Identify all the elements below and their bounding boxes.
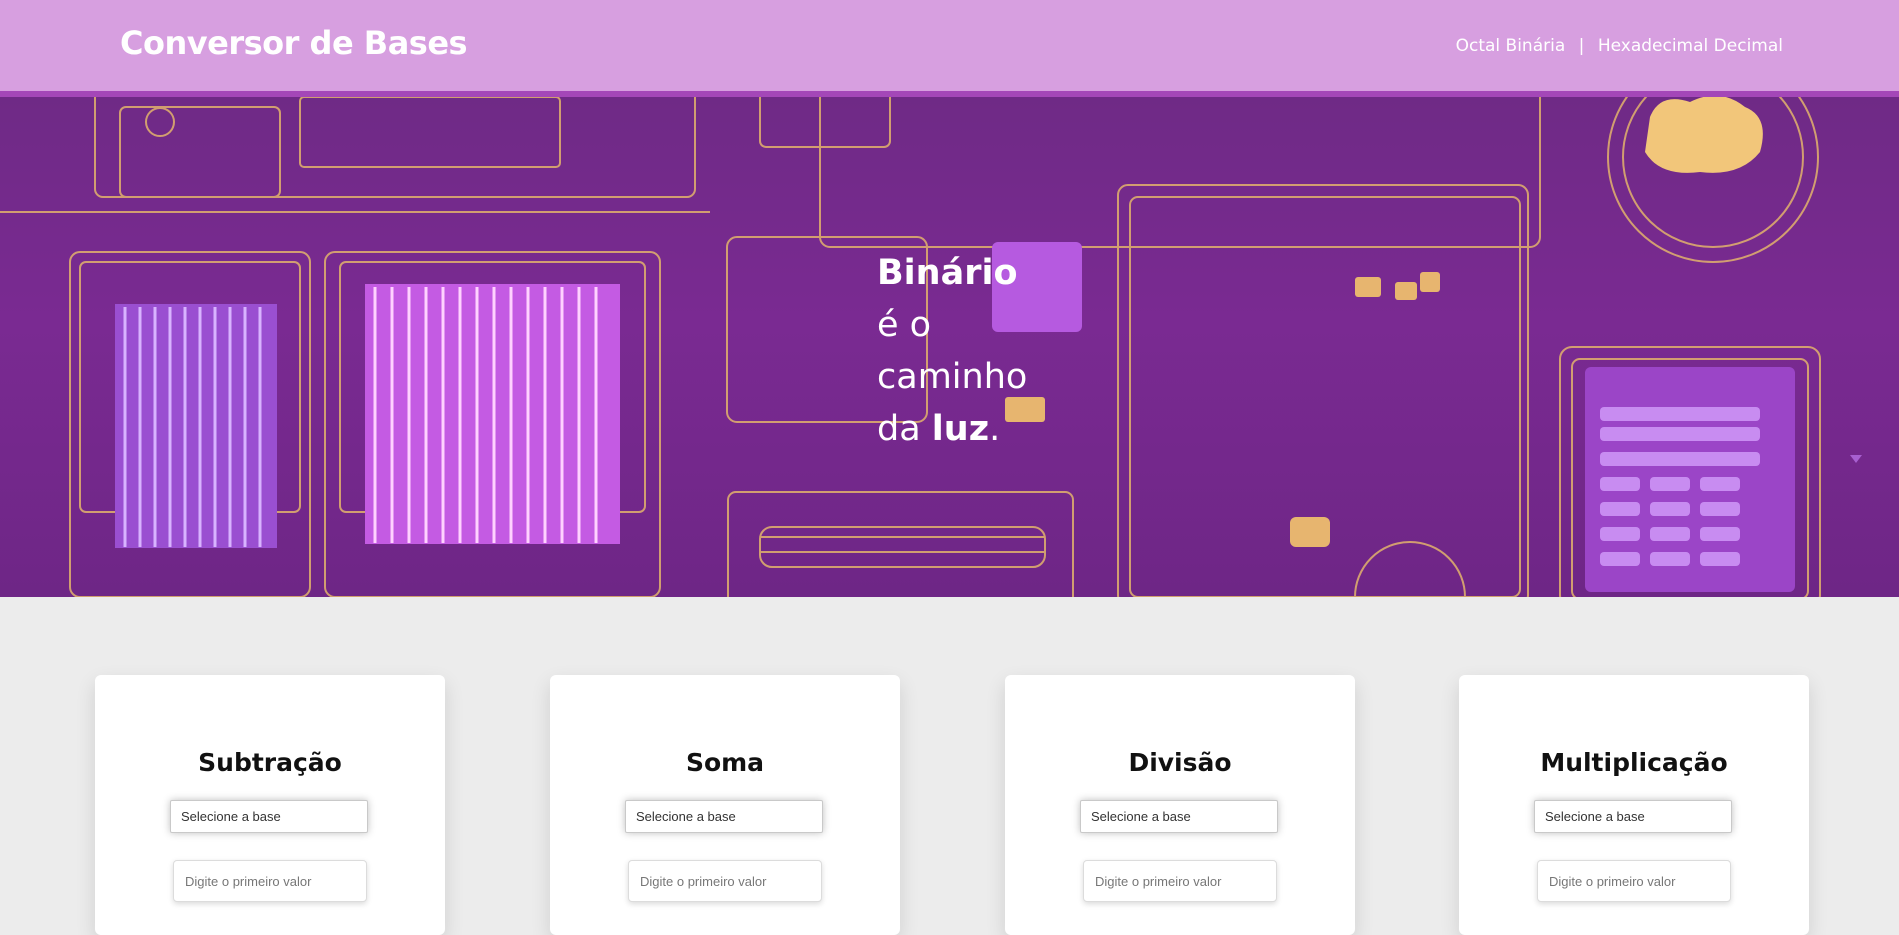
nav-link-decimal[interactable]: Decimal <box>1714 36 1783 56</box>
card-title: Soma <box>685 748 765 777</box>
card-multiplicacao: Multiplicação Selecione a base <box>1459 675 1809 935</box>
top-header: Conversor de Bases Octal Binária | Hexad… <box>0 0 1899 97</box>
first-value-input[interactable] <box>628 860 822 902</box>
hero-line-4: da luz. <box>877 403 1027 455</box>
first-value-input[interactable] <box>1537 860 1731 902</box>
hero-line-2: é o <box>877 305 932 345</box>
card-title: Divisão <box>1128 748 1232 777</box>
nav-link-binaria[interactable]: Binária <box>1506 36 1566 56</box>
base-select[interactable]: Selecione a base <box>1534 800 1732 833</box>
base-select[interactable]: Selecione a base <box>625 800 823 833</box>
nav-links: Octal Binária | Hexadecimal Decimal <box>1456 36 1783 56</box>
hero-word-binario: Binário <box>877 253 1018 293</box>
card-soma: Soma Selecione a base <box>550 675 900 935</box>
base-select[interactable]: Selecione a base <box>170 800 368 833</box>
hero-word-luz: luz <box>931 409 990 449</box>
base-select[interactable]: Selecione a base <box>1080 800 1278 833</box>
card-title: Subtração <box>198 748 342 777</box>
nav-link-hexadecimal[interactable]: Hexadecimal <box>1598 36 1708 56</box>
hero-slogan: Binário é o caminho da luz. <box>877 247 1027 455</box>
card-title: Multiplicação <box>1540 748 1728 777</box>
nav-link-octal[interactable]: Octal <box>1456 36 1501 56</box>
hero-line-4-end: . <box>989 409 1001 449</box>
nav-separator: | <box>1578 36 1585 56</box>
hero-banner: Binário é o caminho da luz. <box>0 97 1899 597</box>
first-value-input[interactable] <box>1083 860 1277 902</box>
site-title[interactable]: Conversor de Bases <box>120 24 468 62</box>
card-divisao: Divisão Selecione a base <box>1005 675 1355 935</box>
card-subtracao: Subtração Selecione a base <box>95 675 445 935</box>
first-value-input[interactable] <box>173 860 367 902</box>
hero-line-4-start: da <box>877 409 932 449</box>
hero-line-3: caminho <box>877 357 1028 397</box>
